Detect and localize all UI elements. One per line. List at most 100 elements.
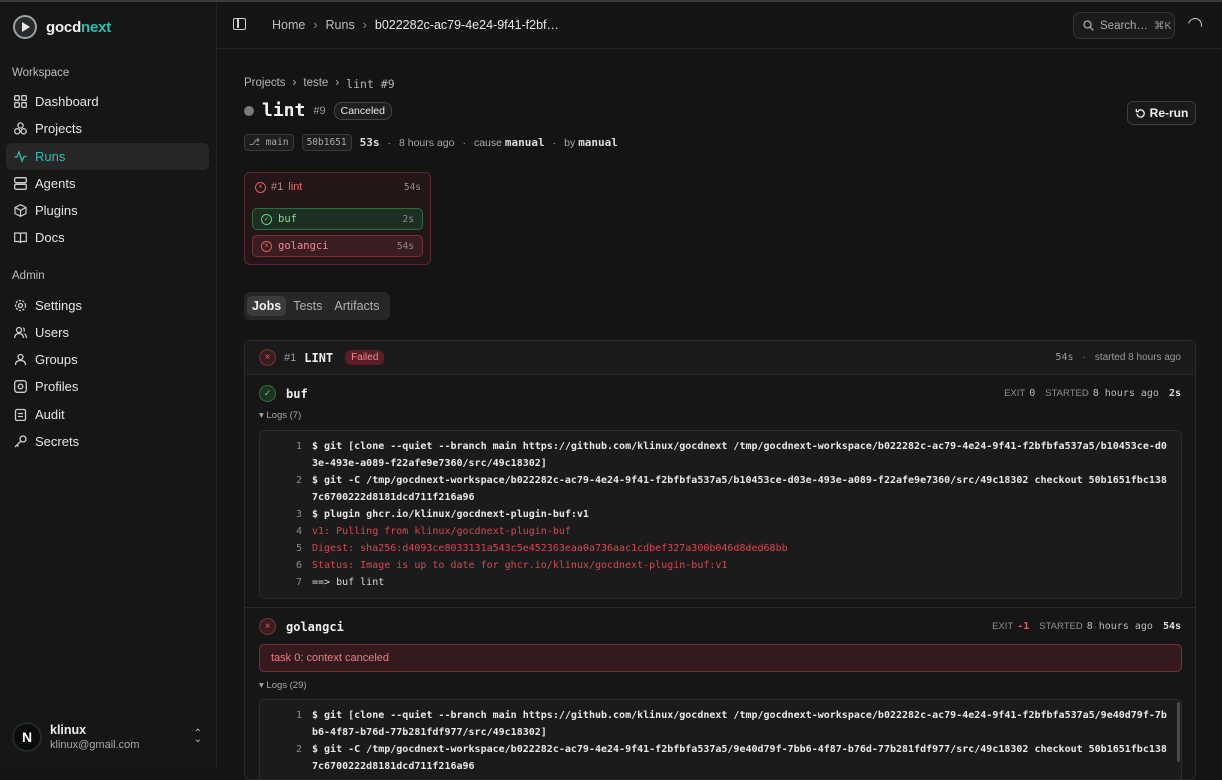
cause: cause manual (473, 136, 545, 149)
branch-chip: ⎇ main (244, 134, 294, 151)
rerun-label: Re-run (1149, 106, 1189, 120)
separator: · (1082, 352, 1086, 363)
projects-icon (13, 122, 27, 136)
separator: · (387, 136, 392, 149)
job-panel: × #1 LINT Failed 54s · started 8 hours a… (244, 340, 1196, 780)
key-icon (13, 435, 27, 449)
job-number: #1 (284, 351, 297, 364)
commit-chip[interactable]: 50b1651 (301, 134, 352, 151)
crumb-projects[interactable]: Projects (244, 77, 286, 91)
sidebar-item-groups[interactable]: Groups (6, 346, 209, 373)
sidebar-item-users[interactable]: Users (6, 319, 209, 346)
page-title-row: lint #9 Canceled (244, 100, 392, 121)
rerun-button[interactable]: Re-run (1127, 101, 1196, 125)
admin-section-label: Admin (12, 270, 45, 282)
check-circle-icon: ✓ (261, 213, 272, 225)
crumb-project[interactable]: teste (303, 77, 328, 91)
plugins-icon (13, 204, 27, 218)
step-header-golangci[interactable]: × golangci EXIT -1 STARTED 8 hours ago 54s (259, 618, 1181, 635)
sidebar-item-secrets[interactable]: Secrets (6, 428, 209, 455)
stage-header[interactable]: × #1 lint 54s (255, 181, 421, 193)
users-icon (13, 326, 27, 340)
sidebar-item-profiles[interactable]: Profiles (6, 373, 209, 400)
logs-toggle[interactable]: ▾ Logs (7) (259, 410, 301, 421)
sidebar-item-projects[interactable]: Projects (6, 115, 209, 142)
audit-icon (13, 408, 27, 422)
sidebar-item-label: Runs (35, 149, 66, 164)
groups-icon (13, 353, 27, 367)
chevron-right-icon: › (292, 77, 297, 89)
x-circle-icon: × (259, 349, 276, 366)
refresh-icon (1135, 108, 1145, 118)
status-dot (244, 105, 254, 116)
run-tabs: Jobs Tests Artifacts (244, 292, 390, 320)
tab-tests[interactable]: Tests (288, 296, 327, 316)
step-name: golangci (278, 240, 329, 252)
pipeline-step-golangci[interactable]: × golangci 54s (252, 235, 423, 257)
step-duration: 2s (402, 213, 414, 225)
sidebar-item-label: Secrets (35, 434, 80, 449)
step-duration: 2s (1168, 388, 1181, 399)
sidebar-item-agents[interactable]: Agents (6, 170, 209, 197)
sidebar-item-label: Projects (35, 121, 82, 136)
triggered-by: by manual (564, 136, 618, 149)
user-email: klinux@gmail.com (50, 739, 140, 751)
step-started: 8 hours ago (1086, 621, 1153, 632)
sidebar-item-label: Docs (35, 230, 65, 245)
chevron-right-icon: › (335, 77, 340, 89)
runs-icon (13, 150, 27, 164)
stage-name: lint (288, 181, 303, 193)
run-meta: ⎇ main 50b1651 53s · 8 hours ago · cause… (244, 134, 618, 151)
x-circle-icon: × (261, 240, 272, 252)
tab-jobs[interactable]: Jobs (247, 296, 287, 316)
workspace-section-label: Workspace (12, 67, 70, 79)
pipeline-step-buf[interactable]: ✓ buf 2s (252, 208, 423, 230)
tab-artifacts[interactable]: Artifacts (329, 296, 384, 316)
separator: · (462, 136, 466, 149)
log-scrollbar[interactable] (1177, 702, 1180, 762)
run-time: 8 hours ago (399, 136, 455, 149)
brand[interactable]: gocdnext (13, 15, 111, 39)
step-duration: 54s (396, 240, 414, 252)
log-line: 1 $ git [clone --quiet --branch main http… (295, 710, 1167, 738)
user-name: klinux (50, 723, 87, 737)
sidebar-item-docs[interactable]: Docs (6, 224, 209, 251)
status-badge: Failed (345, 350, 385, 365)
user-menu[interactable]: N klinux klinux@gmail.com ⌃ ⌄ (12, 722, 208, 752)
logs-toggle[interactable]: ▾ Logs (29) (259, 680, 307, 691)
logo-icon (13, 15, 37, 39)
sidebar-item-label: Audit (35, 407, 65, 422)
step-started: 8 hours ago (1092, 388, 1159, 399)
sidebar-item-label: Groups (35, 352, 78, 367)
exit-code: 0 (1029, 388, 1036, 399)
sidebar-item-label: Profiles (35, 379, 79, 394)
job-header[interactable]: × #1 LINT Failed 54s · started 8 hours a… (245, 341, 1195, 375)
crumb-run: lint #9 (346, 77, 395, 91)
sidebar-item-runs[interactable]: Runs (6, 143, 209, 170)
sidebar-item-label: Dashboard (35, 94, 99, 109)
sidebar-item-label: Agents (35, 176, 76, 191)
log-line: 7 ==> buf lint (295, 577, 385, 588)
step-name: golangci (286, 619, 344, 634)
step-duration: 54s (1162, 621, 1181, 632)
log-line: 2 $ git -C /tmp/gocdnext-workspace/b02228… (295, 475, 1167, 503)
sidebar-item-plugins[interactable]: Plugins (6, 197, 209, 224)
stage-duration: 54s (403, 181, 421, 193)
profiles-icon (13, 380, 27, 394)
docs-icon (13, 231, 27, 245)
run-number: #9 (313, 104, 326, 117)
git-branch-icon: ⎇ (249, 137, 260, 148)
sidebar-item-settings[interactable]: Settings (6, 292, 209, 319)
sidebar-item-dashboard[interactable]: Dashboard (6, 88, 209, 115)
gear-icon (13, 299, 27, 313)
stage-number: #1 (271, 181, 284, 193)
log-line: 1 $ git [clone --quiet --branch main http… (295, 441, 1167, 469)
chevrons-up-down-icon[interactable]: ⌃ ⌄ (194, 729, 202, 745)
sidebar-item-audit[interactable]: Audit (6, 401, 209, 428)
log-viewer[interactable]: 1 $ git [clone --quiet --branch main http… (259, 430, 1182, 599)
x-circle-icon: × (255, 181, 266, 193)
job-timing: 54s · started 8 hours ago (1055, 352, 1181, 363)
page-breadcrumb: Projects › teste › lint #9 (244, 77, 395, 91)
step-header-buf[interactable]: ✓ buf EXIT 0 STARTED 8 hours ago 2s (259, 385, 1181, 402)
brand-name: gocdnext (46, 18, 112, 36)
